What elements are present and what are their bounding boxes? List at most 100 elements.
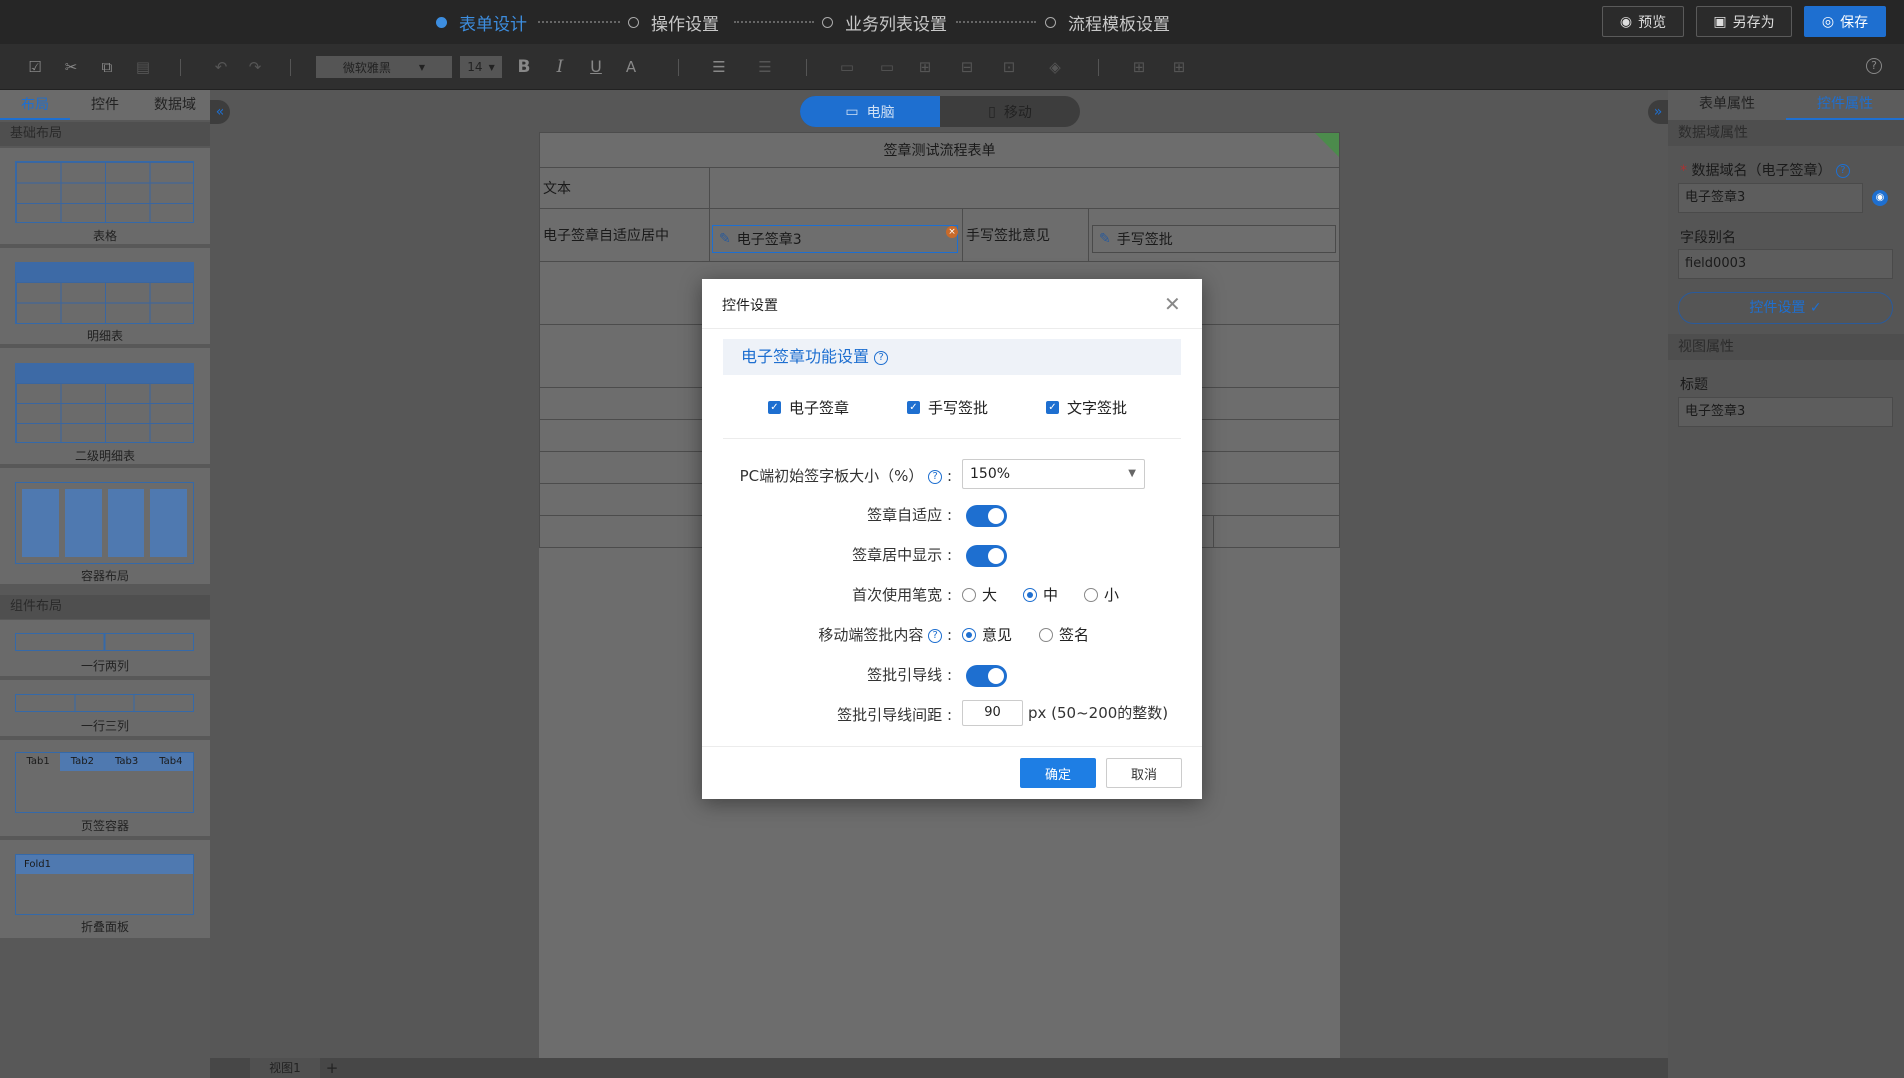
merge-cells-icon[interactable]: ▭ <box>838 58 856 76</box>
dialog-divider <box>723 438 1181 439</box>
tab-data-fields[interactable]: 数据域 <box>140 90 210 120</box>
detail2-thumbnail <box>15 363 194 443</box>
format-toolbar: ☑ ✂ ⧉ ▤ ↶ ↷ 微软雅黑 ▼ 14 ▼ B I U A ☰ ☰ ▭ ▭ ⊞ … <box>0 44 1904 90</box>
alias-label: 字段别名 <box>1680 230 1736 246</box>
add-view-icon[interactable]: + <box>322 1058 342 1078</box>
pen-width-label-text: 首次使用笔宽 <box>852 586 943 604</box>
step-business-list[interactable]: 业务列表设置 <box>822 10 947 35</box>
title-label: 标题 <box>1680 377 1708 393</box>
device-pc-button[interactable]: ▭ 电脑 <box>800 96 940 127</box>
guide-gap-input[interactable]: 90 <box>962 700 1023 726</box>
checkbox-e-signature[interactable]: ✓ 电子签章 <box>768 397 849 418</box>
step-operation[interactable]: 操作设置 <box>628 10 719 35</box>
tab-control-properties[interactable]: 控件属性 <box>1786 90 1904 120</box>
mobile-radio-signature[interactable]: 签名 <box>1039 624 1089 645</box>
alias-input[interactable]: field0003 <box>1678 249 1893 279</box>
tab-name: Tab4 <box>159 756 183 767</box>
close-icon[interactable]: ✕ <box>1164 292 1181 316</box>
save-as-button[interactable]: ▣ 另存为 <box>1696 6 1792 37</box>
help-icon[interactable]: ? <box>874 350 889 365</box>
layout-label: 页签容器 <box>80 819 129 833</box>
step-form-design[interactable]: 表单设计 <box>436 10 527 35</box>
control-settings-button[interactable]: 控件设置 ✓ <box>1678 292 1893 324</box>
form-cell[interactable] <box>1213 515 1340 548</box>
border-style-icon[interactable]: ⊟ <box>958 58 976 76</box>
insert-col-icon[interactable]: ⊞ <box>1170 58 1188 76</box>
collapse-right-icon[interactable]: » <box>1648 100 1668 124</box>
font-color-icon[interactable]: A <box>622 58 640 76</box>
step-divider <box>734 21 814 23</box>
border-icon[interactable]: ⊞ <box>916 58 934 76</box>
form-cell[interactable] <box>709 167 1340 209</box>
signature-control[interactable]: ✎ 电子签章3 <box>712 225 958 253</box>
save-as-label: 另存为 <box>1732 14 1775 31</box>
pen-radio-medium[interactable]: 中 <box>1023 584 1058 605</box>
layout-label: 容器布局 <box>80 569 129 583</box>
tab-name: Tab3 <box>114 756 139 767</box>
insert-row-icon[interactable]: ⊞ <box>1130 58 1148 76</box>
tab-form-properties[interactable]: 表单属性 <box>1668 90 1786 120</box>
guide-gap-label: 签批引导线间距 : <box>837 706 952 724</box>
copy-icon[interactable]: ⧉ <box>98 58 116 76</box>
mobile-radio-opinion[interactable]: 意见 <box>962 624 1012 645</box>
checkbox-text-approval[interactable]: ✓ 文字签批 <box>1046 397 1127 418</box>
guide-line-toggle[interactable] <box>966 665 1007 687</box>
signature-control-label: 电子签章3 <box>736 232 802 248</box>
save-button[interactable]: ◎ 保存 <box>1804 6 1886 37</box>
guide-gap-hint: px (50~200的整数) <box>1028 704 1169 722</box>
toolbar-separator <box>1098 59 1099 76</box>
center-label-text: 签章居中显示 <box>852 546 943 564</box>
valign-icon[interactable]: ⊡ <box>1000 58 1018 76</box>
section-title: 电子签章功能设置 <box>741 347 870 366</box>
paste-icon[interactable]: ▤ <box>134 58 152 76</box>
tab-controls[interactable]: 控件 <box>70 90 140 120</box>
pen-radio-small[interactable]: 小 <box>1084 584 1119 605</box>
underline-icon[interactable]: U <box>587 58 605 76</box>
pen-radio-large[interactable]: 大 <box>962 584 997 605</box>
step-process-template[interactable]: 流程模板设置 <box>1045 10 1170 35</box>
italic-icon[interactable]: I <box>551 58 569 76</box>
align-icon[interactable]: ☰ <box>710 58 728 76</box>
cut-icon[interactable]: ✂ <box>62 58 80 76</box>
help-icon[interactable]: ? <box>928 469 943 484</box>
form-label-handwrite: 手写签批意见 <box>962 208 1089 262</box>
font-family-value: 微软雅黑 <box>342 60 391 75</box>
ok-button[interactable]: 确定 <box>1020 758 1096 788</box>
pc-size-select[interactable]: 150% ▼ <box>962 459 1145 489</box>
view-tab[interactable]: 视图1 <box>250 1058 320 1078</box>
preview-button[interactable]: ◉ 预览 <box>1602 6 1684 37</box>
checkbox-handwrite[interactable]: ✓ 手写签批 <box>907 397 988 418</box>
field-picker-icon[interactable]: ◉ <box>1872 190 1888 206</box>
fill-icon[interactable]: ◈ <box>1046 58 1064 76</box>
chevron-down-icon: ▼ <box>1128 468 1136 479</box>
radio-label: 中 <box>1043 586 1059 604</box>
undo-icon[interactable]: ↶ <box>212 58 230 76</box>
layout-label: 二级明细表 <box>74 449 135 463</box>
center-toggle[interactable] <box>966 545 1007 567</box>
check-icon[interactable]: ☑ <box>26 58 44 76</box>
edit-icon: ✎ <box>719 231 731 247</box>
help-icon[interactable]: ? <box>1866 58 1882 74</box>
split-cells-icon[interactable]: ▭ <box>878 58 896 76</box>
help-icon[interactable]: ? <box>1835 164 1850 178</box>
font-size-select[interactable]: 14 ▼ <box>460 56 502 78</box>
bold-icon[interactable]: B <box>515 58 533 76</box>
font-family-select[interactable]: 微软雅黑 ▼ <box>316 56 452 78</box>
toolbar-separator <box>290 59 291 76</box>
radio-label: 签名 <box>1059 626 1090 644</box>
redo-icon[interactable]: ↷ <box>246 58 264 76</box>
indent-icon[interactable]: ☰ <box>756 58 774 76</box>
tab-layout[interactable]: 布局 <box>0 90 70 120</box>
cancel-button[interactable]: 取消 <box>1106 758 1182 788</box>
title-input[interactable]: 电子签章3 <box>1678 397 1893 427</box>
help-icon[interactable]: ? <box>928 628 943 643</box>
delete-control-icon[interactable]: × <box>946 226 958 238</box>
auto-fit-toggle[interactable] <box>966 505 1007 527</box>
step-divider <box>956 21 1036 23</box>
row2-thumbnail <box>15 633 194 651</box>
device-mobile-label: 移动 <box>1003 104 1032 121</box>
field-name-input[interactable]: 电子签章3 <box>1678 183 1863 213</box>
tab-name: Tab2 <box>70 756 95 767</box>
handwrite-control[interactable]: ✎ 手写签批 <box>1092 225 1336 253</box>
device-mobile-button[interactable]: ▯ 移动 <box>940 96 1080 127</box>
